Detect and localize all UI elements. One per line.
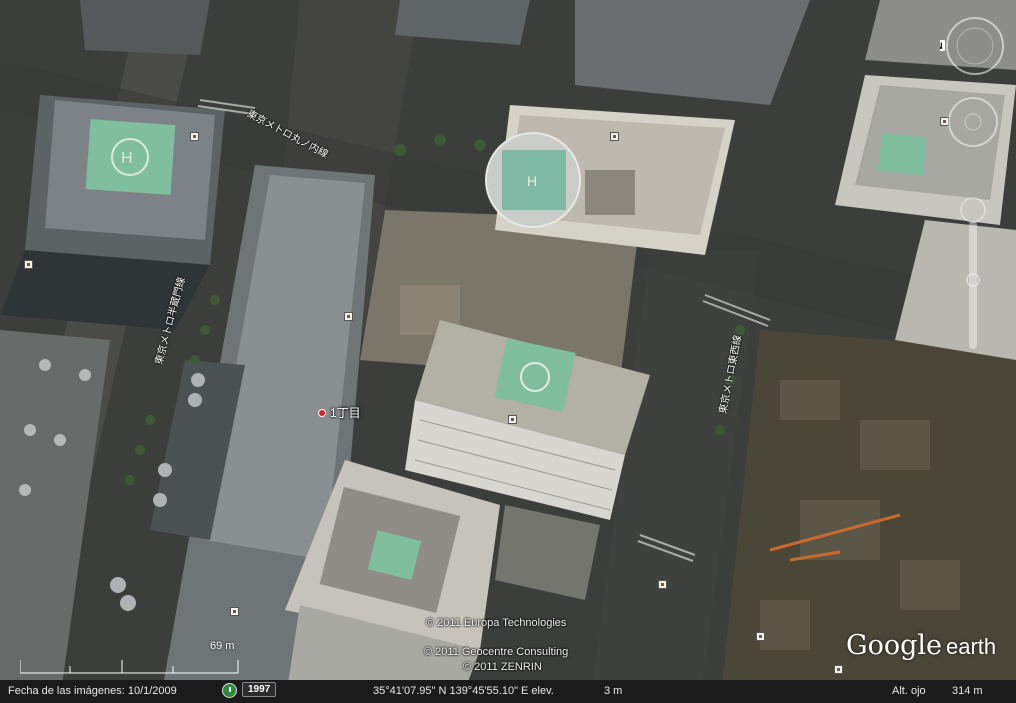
map-poi-icon[interactable] [756,632,765,641]
eye-altitude-value: 314 m [952,685,983,697]
google-wordmark: Google [846,630,942,661]
place-label-text: 1丁目 [330,406,361,420]
clock-icon[interactable] [222,683,237,698]
copyright-zenrin: © 2011 ZENRIN [463,661,542,673]
svg-text:H: H [527,173,537,189]
coordinates: 35°41'07.95" N 139°45'55.10" E elev. [373,685,554,697]
elevation: 3 m [604,685,623,697]
scale-ruler [20,660,239,674]
svg-text:N: N [940,41,943,51]
move-joystick-icon[interactable] [960,197,986,223]
status-bar: Fecha de las imágenes: 10/1/2009 1997 35… [0,680,1016,703]
earth-wordmark: earth [945,634,997,659]
map-poi-icon[interactable] [834,665,843,674]
north-icon[interactable]: N [934,40,945,51]
copyright-europa: © 2011 Europa Technologies [426,617,567,629]
navigation-controls[interactable]: N [934,10,1016,360]
satellite-map-view[interactable]: H H 東京メトロ丸ノ内線 東京メトロ半蔵門線 東京メトロ東西線 1丁目 © 2… [0,0,1016,703]
map-poi-icon[interactable] [190,132,199,141]
svg-text:H: H [121,150,133,167]
look-joystick-icon[interactable] [948,97,998,147]
scale-bar: 69 m [20,640,242,678]
navigation-compass-icon[interactable] [946,17,1004,75]
copyright-geocentre: © 2011 Geocentre Consulting [424,646,569,658]
map-poi-icon[interactable] [24,260,33,269]
map-poi-icon[interactable] [344,312,353,321]
place-marker-icon [318,408,326,417]
map-poi-icon[interactable] [610,132,619,141]
place-label[interactable]: 1丁目 [318,404,361,421]
zoom-slider-icon[interactable] [966,221,980,349]
google-earth-logo: Google earth [846,630,996,661]
historical-imagery-year-button[interactable]: 1997 [242,682,277,697]
eye-altitude-label: Alt. ojo [892,685,926,697]
imagery-date: Fecha de las imágenes: 10/1/2009 [8,685,177,697]
map-poi-icon[interactable] [230,607,239,616]
map-poi-icon[interactable] [508,415,517,424]
map-poi-icon[interactable] [658,580,667,589]
